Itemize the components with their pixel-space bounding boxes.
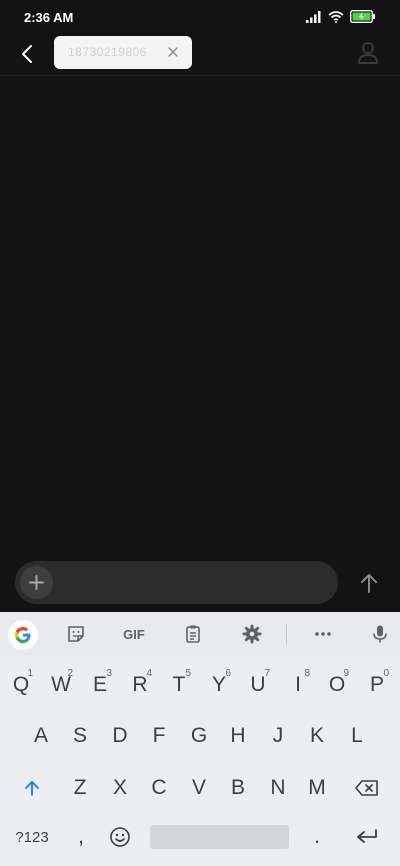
key-q[interactable]: Q1 xyxy=(3,665,39,705)
mic-icon xyxy=(373,625,387,643)
key-hint: 2 xyxy=(67,668,73,679)
key-t[interactable]: T5 xyxy=(161,665,197,705)
google-button[interactable] xyxy=(8,620,38,650)
message-input[interactable] xyxy=(15,561,338,604)
comma-key[interactable]: , xyxy=(63,817,99,857)
backspace-icon xyxy=(355,780,378,796)
key-label: T xyxy=(172,673,186,696)
key-w[interactable]: W2 xyxy=(43,665,79,705)
key-h[interactable]: H xyxy=(220,716,256,756)
key-s[interactable]: S xyxy=(62,716,98,756)
enter-key[interactable] xyxy=(349,817,385,857)
keyboard: G I F Q 1 W 2 E 3 R 4 T 5 Y 6 U 7 I 8 O 9 … xyxy=(0,612,400,866)
key-a[interactable]: A xyxy=(23,716,59,756)
key-label: E xyxy=(92,673,107,696)
shift-arrow-icon xyxy=(25,781,39,796)
more-button[interactable] xyxy=(311,622,335,646)
key-f[interactable]: F xyxy=(141,716,177,756)
key-u[interactable]: U7 xyxy=(240,665,276,705)
key-e[interactable]: E3 xyxy=(82,665,118,705)
key-l[interactable]: L xyxy=(339,716,375,756)
keyboard-toolbar: GIF xyxy=(0,612,400,656)
key-hint: 4 xyxy=(146,668,152,679)
key-hint: 3 xyxy=(106,668,112,679)
shift-key[interactable] xyxy=(14,768,50,808)
mic-button[interactable] xyxy=(368,622,392,646)
contact-icon[interactable] xyxy=(356,40,380,66)
clipboard-icon xyxy=(186,625,200,643)
key-y[interactable]: Y6 xyxy=(201,665,237,705)
symbols-key[interactable]: ?123 xyxy=(10,817,54,857)
wifi-icon xyxy=(328,10,344,23)
enter-icon xyxy=(357,829,377,843)
emoji-icon xyxy=(110,827,130,847)
plus-icon xyxy=(29,575,44,590)
sticker-icon xyxy=(68,626,84,642)
toolbar-divider xyxy=(286,624,287,644)
key-d[interactable]: D xyxy=(102,716,138,756)
key-hint: 6 xyxy=(225,668,231,679)
status-icons xyxy=(306,10,376,23)
space-bar[interactable] xyxy=(150,825,289,849)
key-o[interactable]: O9 xyxy=(319,665,355,705)
key-hint: 5 xyxy=(185,668,191,679)
battery-charging-icon xyxy=(350,10,375,23)
key-label: U xyxy=(250,673,266,696)
key-g[interactable]: G xyxy=(181,716,217,756)
more-icon xyxy=(315,632,331,636)
key-hint: 0 xyxy=(383,668,389,679)
emoji-key[interactable] xyxy=(102,817,138,857)
key-r[interactable]: R4 xyxy=(122,665,158,705)
key-label: I xyxy=(295,673,301,696)
google-icon xyxy=(15,627,31,643)
status-time: 2:36 AM xyxy=(24,10,74,25)
close-icon[interactable] xyxy=(164,43,182,61)
period-key[interactable]: . xyxy=(299,817,335,857)
back-arrow-icon[interactable] xyxy=(16,42,40,66)
gif-button[interactable]: GIF xyxy=(118,622,150,646)
key-hint: 7 xyxy=(264,668,270,679)
key-label: R xyxy=(132,673,148,696)
status-bar: 2:36 AM xyxy=(0,0,400,36)
key-c[interactable]: C xyxy=(141,768,177,808)
sticker-button[interactable] xyxy=(64,622,88,646)
key-hint: 8 xyxy=(304,668,310,679)
key-hint: 1 xyxy=(27,668,33,679)
recipient-number: 18730219806 xyxy=(68,45,147,59)
backspace-key[interactable] xyxy=(349,768,385,808)
key-m[interactable]: M xyxy=(299,768,335,808)
key-v[interactable]: V xyxy=(181,768,217,808)
key-n[interactable]: N xyxy=(260,768,296,808)
key-label: P xyxy=(369,673,384,696)
key-p[interactable]: P0 xyxy=(359,665,395,705)
settings-button[interactable] xyxy=(240,622,264,646)
key-z[interactable]: Z xyxy=(62,768,98,808)
key-k[interactable]: K xyxy=(299,716,335,756)
clipboard-button[interactable] xyxy=(181,622,205,646)
key-label: Y xyxy=(211,673,226,696)
conversation-header: 18730219806 xyxy=(0,36,400,76)
key-b[interactable]: B xyxy=(220,768,256,808)
key-i[interactable]: I8 xyxy=(280,665,316,705)
attach-button[interactable] xyxy=(20,566,53,599)
signal-icon xyxy=(306,10,321,23)
key-hint: 9 xyxy=(343,668,349,679)
settings-icon xyxy=(242,624,262,644)
key-x[interactable]: X xyxy=(102,768,138,808)
key-j[interactable]: J xyxy=(260,716,296,756)
recipient-chip[interactable]: 18730219806 xyxy=(54,36,192,69)
send-arrow-icon[interactable] xyxy=(356,570,382,596)
